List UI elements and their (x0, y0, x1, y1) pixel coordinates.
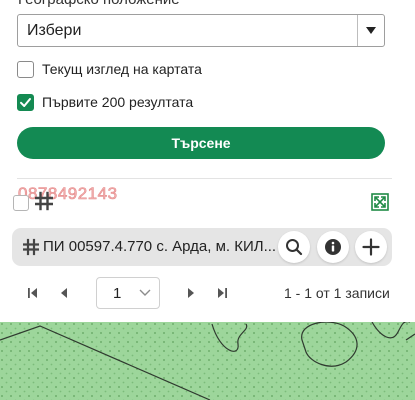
add-button[interactable] (355, 231, 387, 263)
location-select[interactable]: Избери (17, 14, 385, 47)
info-icon (325, 239, 341, 255)
result-item[interactable]: ПИ 00597.4.770 с. Арда, м. КИЛ... (12, 228, 392, 266)
first-200-label: Първите 200 резултата (42, 94, 194, 110)
previous-page-icon[interactable] (59, 287, 69, 299)
first-200-checkbox[interactable] (17, 93, 34, 111)
parcel-grid-icon (23, 238, 39, 256)
next-page-icon[interactable] (186, 287, 196, 299)
zoom-to-result-button[interactable] (278, 231, 310, 263)
search-icon (286, 239, 303, 256)
page-number-select[interactable]: 1 (96, 277, 160, 309)
map-canvas[interactable] (0, 322, 415, 400)
location-select-value: Избери (27, 22, 82, 39)
checkmark-icon (20, 97, 31, 107)
search-button[interactable]: Търсене (17, 127, 385, 159)
last-page-icon[interactable] (216, 287, 228, 299)
current-view-checkbox[interactable] (17, 60, 34, 78)
search-panel: Географско положение Избери Текущ изглед… (0, 0, 415, 400)
chevron-down-icon (139, 289, 151, 296)
records-summary: 1 - 1 от 1 записи (284, 285, 390, 301)
divider (17, 178, 392, 179)
first-200-option[interactable]: Първите 200 резултата (17, 92, 193, 112)
caret-down-icon (366, 27, 376, 34)
hash-grid-icon[interactable] (35, 191, 53, 211)
first-page-icon[interactable] (27, 287, 39, 299)
phone-watermark: 0878492143 (18, 184, 118, 204)
select-all-checkbox[interactable] (13, 195, 29, 211)
info-button[interactable] (317, 231, 349, 263)
zoom-extent-icon[interactable] (371, 193, 389, 211)
select-arrow[interactable] (357, 15, 384, 46)
result-title: ПИ 00597.4.770 с. Арда, м. КИЛ... (43, 238, 277, 255)
current-view-label: Текущ изглед на картата (42, 61, 202, 77)
current-page-number: 1 (113, 285, 122, 302)
location-label: Географско положение (18, 0, 180, 8)
map-view[interactable] (0, 322, 415, 400)
current-view-option[interactable]: Текущ изглед на картата (17, 59, 202, 79)
plus-icon (362, 238, 380, 256)
